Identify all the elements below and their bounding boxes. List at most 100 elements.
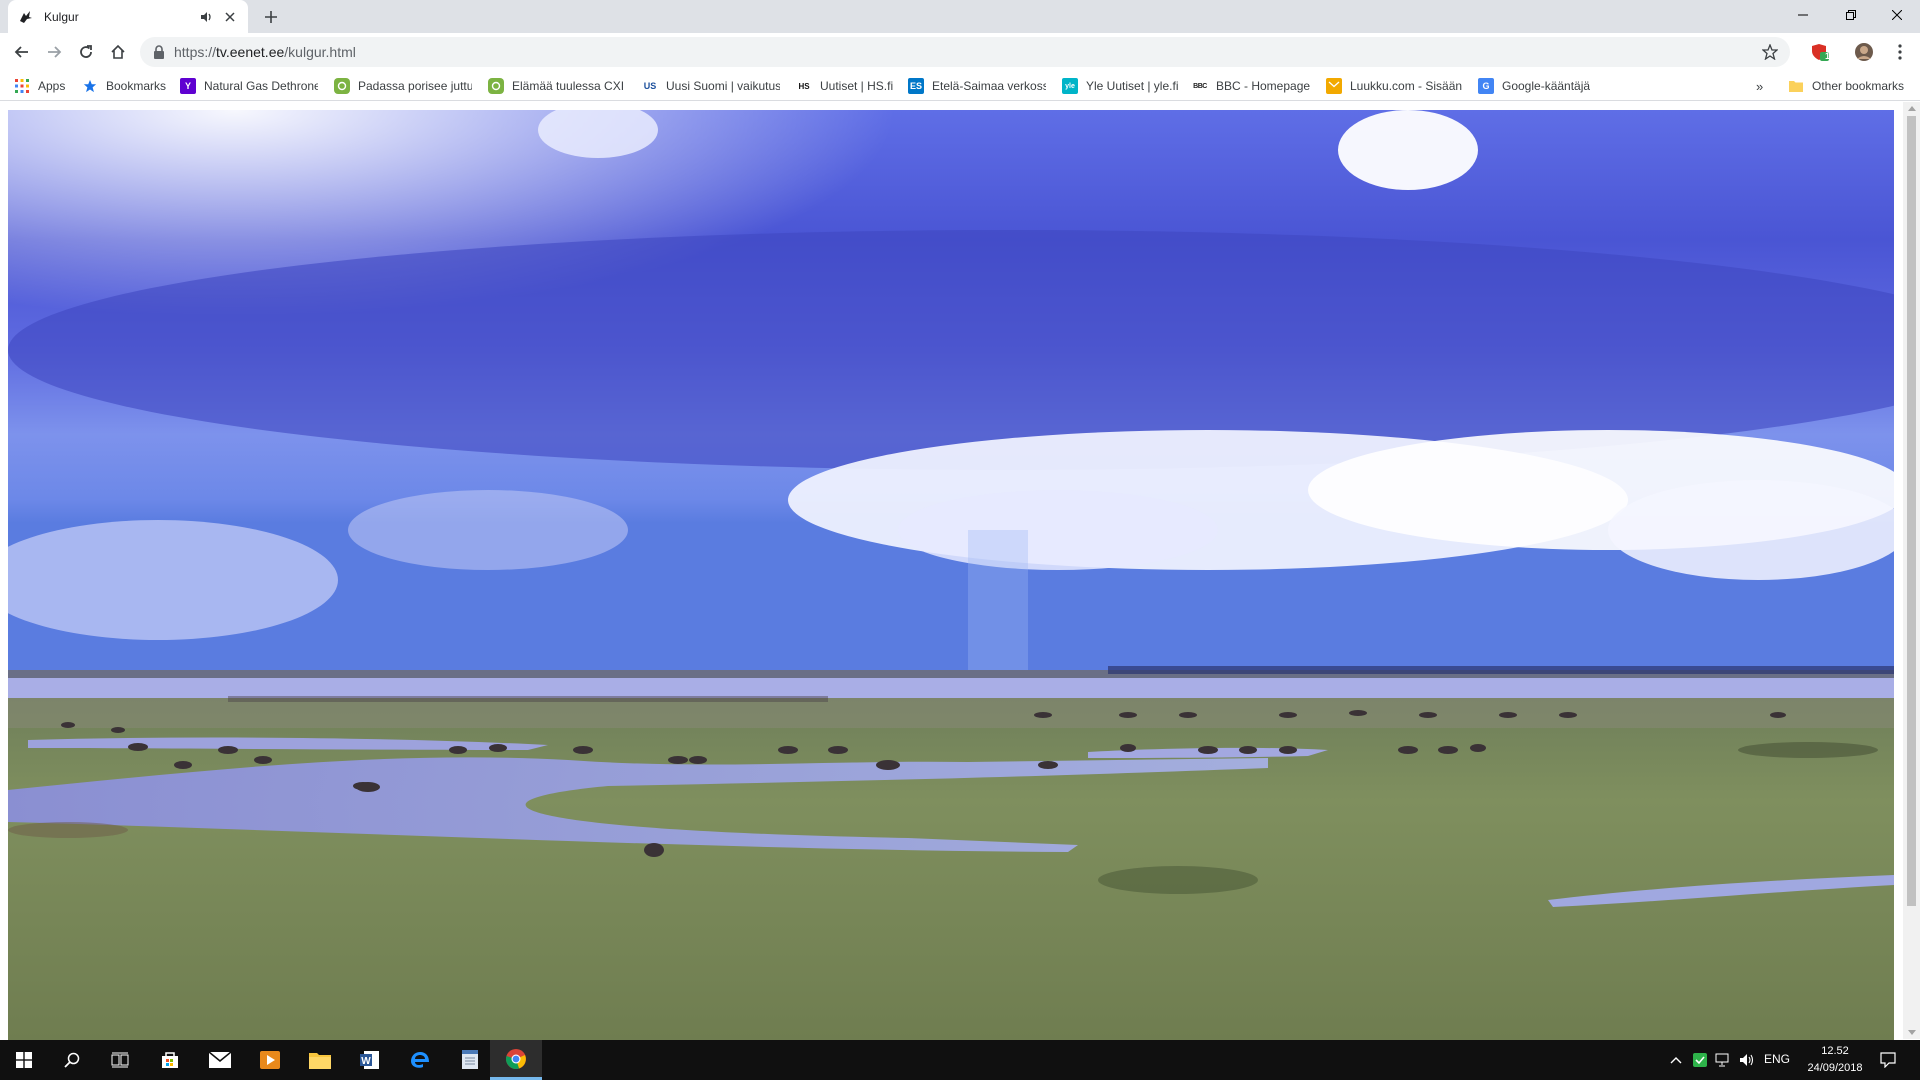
scroll-down-arrow-icon[interactable] [1907, 1028, 1916, 1037]
minimize-button[interactable] [1780, 0, 1826, 30]
store-icon [162, 1052, 178, 1068]
scroll-up-arrow-icon[interactable] [1907, 104, 1916, 113]
address-bar[interactable]: https://tv.eenet.ee/kulgur.html [140, 37, 1790, 67]
other-bookmarks[interactable]: Other bookmarks [1788, 75, 1914, 97]
es-icon: ES [908, 78, 924, 94]
bookmark-label: Padassa porisee juttu [358, 79, 472, 93]
network-icon [1715, 1053, 1729, 1067]
avatar-icon [1855, 43, 1873, 61]
star-icon [82, 78, 98, 94]
tray-clock[interactable]: 12.52 24/09/2018 [1800, 1043, 1870, 1077]
folder-icon [1788, 78, 1804, 94]
taskbar-store[interactable] [146, 1040, 194, 1080]
notification-icon [1880, 1052, 1896, 1068]
chat-icon [334, 78, 350, 94]
bookmark-label: Natural Gas Dethrone [204, 79, 318, 93]
speaker-icon[interactable] [198, 9, 214, 25]
mail-icon [1326, 78, 1342, 94]
taskbar-edge[interactable] [396, 1040, 444, 1080]
chat-icon [488, 78, 504, 94]
reload-icon [80, 45, 92, 58]
tray-network[interactable] [1714, 1050, 1732, 1070]
yle-icon: yle [1062, 78, 1078, 94]
bookmark-bbc[interactable]: BBC BBC - Homepage [1192, 75, 1312, 97]
restore-icon [1846, 10, 1856, 20]
arrow-left-icon [14, 46, 28, 58]
task-view-button[interactable] [96, 1040, 144, 1080]
bookmark-label: BBC - Homepage [1216, 79, 1311, 93]
bookmark-label: Apps [38, 79, 66, 93]
minimize-icon [1798, 14, 1808, 16]
tray-security[interactable] [1692, 1050, 1708, 1070]
bookmark-hs[interactable]: HS Uutiset | HS.fi [796, 75, 896, 97]
bookmarks-overflow-button[interactable]: » [1756, 75, 1770, 97]
tray-language[interactable]: ENG [1764, 1052, 1790, 1066]
windows-start-icon [16, 1052, 32, 1068]
arrow-right-icon [48, 46, 62, 58]
taskbar-word[interactable]: W [346, 1040, 394, 1080]
action-center-button[interactable] [1878, 1050, 1898, 1070]
back-button[interactable] [8, 38, 36, 66]
bookmark-luukku[interactable]: Luukku.com - Sisäänk [1326, 75, 1462, 97]
extension-button[interactable]: 1 [1806, 38, 1834, 66]
bookmark-natural-gas[interactable]: Y Natural Gas Dethrone [180, 75, 318, 97]
bookmarks-bar: Apps Bookmarks Y Natural Gas Dethrone Pa… [0, 71, 1920, 101]
apps-grid-icon [14, 78, 30, 94]
bookmark-apps[interactable]: Apps [14, 75, 70, 97]
bookmark-google-translate[interactable]: G Google-kääntäjä [1478, 75, 1598, 97]
window-close-button[interactable] [1874, 0, 1920, 30]
tray-overflow-button[interactable] [1668, 1050, 1684, 1070]
bookmark-etela-saimaa[interactable]: ES Etelä-Saimaa verkoss [908, 75, 1046, 97]
bookmark-label: Etelä-Saimaa verkoss [932, 79, 1046, 93]
bookmark-padassa[interactable]: Padassa porisee juttu [334, 75, 472, 97]
bookmark-label: Elämää tuulessa CXIII [512, 79, 624, 93]
start-button[interactable] [0, 1040, 48, 1080]
svg-text:W: W [361, 1056, 371, 1067]
us-icon: US [643, 81, 657, 91]
live-stream-video[interactable] [8, 110, 1894, 1040]
plus-icon [265, 11, 277, 23]
chrome-icon [506, 1048, 526, 1069]
chrome-menu-button[interactable] [1886, 38, 1914, 66]
restore-button[interactable] [1828, 0, 1874, 30]
mail-icon [209, 1052, 231, 1068]
taskbar-media-player[interactable] [246, 1040, 294, 1080]
bookmark-star-button[interactable] [1760, 42, 1780, 62]
bookmark-bookmarks[interactable]: Bookmarks [82, 75, 170, 97]
task-view-icon [111, 1052, 129, 1068]
url-scheme: https:// [174, 44, 217, 60]
tab-strip: Kulgur [0, 0, 1920, 33]
tab-title: Kulgur [44, 9, 79, 24]
tray-volume[interactable] [1738, 1050, 1756, 1070]
bbc-icon: BBC [1193, 82, 1207, 90]
taskbar-mail[interactable] [196, 1040, 244, 1080]
reload-button[interactable] [72, 38, 100, 66]
new-tab-button[interactable] [260, 6, 282, 28]
word-icon: W [360, 1051, 379, 1069]
url-path: /kulgur.html [284, 44, 356, 60]
taskbar-notepad[interactable] [446, 1040, 494, 1080]
scrollbar-thumb[interactable] [1907, 116, 1916, 906]
close-icon[interactable] [222, 9, 238, 25]
close-icon [1892, 10, 1902, 20]
bookmark-yle[interactable]: yle Yle Uutiset | yle.fi [1062, 75, 1182, 97]
bookmark-label: Luukku.com - Sisäänk [1350, 79, 1462, 93]
file-explorer-icon [309, 1053, 331, 1069]
shield-check-icon [1693, 1053, 1707, 1067]
taskbar-file-explorer[interactable] [296, 1040, 344, 1080]
taskbar-search-button[interactable] [48, 1040, 96, 1080]
search-icon [64, 1052, 80, 1068]
bookmark-label: Google-kääntäjä [1502, 79, 1591, 93]
vertical-scrollbar[interactable] [1903, 102, 1920, 1039]
bookmark-elamaa[interactable]: Elämää tuulessa CXIII [488, 75, 624, 97]
tab-kulgur[interactable]: Kulgur [8, 0, 248, 33]
page-content [0, 102, 1920, 1040]
taskbar-chrome[interactable] [490, 1040, 542, 1080]
home-button[interactable] [104, 38, 132, 66]
bookmark-uusi-suomi[interactable]: US Uusi Suomi | vaikutus [642, 75, 780, 97]
clock-date: 24/09/2018 [1807, 1062, 1863, 1074]
lock-icon[interactable] [152, 45, 166, 59]
chevron-up-icon [1670, 1057, 1682, 1064]
profile-button[interactable] [1850, 38, 1878, 66]
forward-button[interactable] [40, 38, 68, 66]
